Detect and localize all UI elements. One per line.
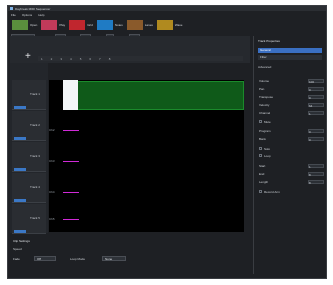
ruler-tick: 4 bbox=[70, 56, 72, 61]
lane-channel-label: Ch3 bbox=[49, 159, 55, 163]
menu-bar: File Options Help bbox=[8, 12, 326, 17]
automation-line[interactable] bbox=[63, 219, 79, 220]
lanes-button[interactable]: Lanes bbox=[126, 20, 153, 30]
ruler-tick: 8 bbox=[108, 56, 111, 61]
checkbox-icon bbox=[259, 154, 262, 157]
automation-line[interactable] bbox=[63, 192, 79, 193]
ruler-tick: 2 bbox=[50, 56, 53, 61]
open-icon bbox=[12, 20, 28, 30]
properties-tab-advanced[interactable]: Advanced bbox=[258, 65, 271, 69]
prop-transpose: Transpose 0 bbox=[259, 94, 324, 100]
playhead-marker[interactable] bbox=[63, 80, 78, 110]
lane-channel-label: Ch5 bbox=[49, 217, 55, 221]
app-icon bbox=[10, 7, 13, 10]
play-button[interactable]: Play bbox=[41, 20, 65, 30]
prop-pan: Pan 0 bbox=[259, 86, 324, 92]
prop-channel: Channel 1 bbox=[259, 110, 324, 116]
timeline-ruler[interactable]: 1 2 3 4 5 6 7 8 bbox=[38, 56, 243, 61]
track-item[interactable]: Track 5 bbox=[12, 204, 46, 234]
prop-length-input[interactable]: 8 bbox=[308, 179, 324, 185]
prop-bank-input[interactable]: 0 bbox=[308, 136, 324, 142]
prop-length: Length 8 bbox=[259, 179, 324, 185]
prop-volume-input[interactable]: 100 bbox=[308, 78, 324, 84]
loop-mode-select[interactable]: None bbox=[102, 256, 126, 261]
track-channel-indicator bbox=[14, 106, 26, 109]
checkbox-icon bbox=[259, 120, 262, 123]
title-bar: Daybreak MIDI Sequencer bbox=[8, 6, 326, 11]
clip-settings: Clip Settings Speed Fade Off Loop Mode N… bbox=[10, 237, 250, 273]
window-title: Daybreak MIDI Sequencer bbox=[15, 6, 51, 11]
prop-program-input[interactable]: 0 bbox=[308, 128, 324, 134]
track-item[interactable]: Track 4 bbox=[12, 173, 46, 203]
properties-tab-filter[interactable]: Filter bbox=[258, 55, 322, 60]
ruler-tick: 3 bbox=[60, 56, 63, 61]
ruler-tick: 6 bbox=[89, 56, 92, 61]
track-channel-indicator bbox=[14, 199, 26, 202]
prop-velocity-input[interactable]: 64 bbox=[308, 102, 324, 108]
play-icon bbox=[41, 20, 58, 30]
prop-channel-input[interactable]: 1 bbox=[308, 110, 324, 116]
grid-button[interactable]: Grid bbox=[69, 20, 93, 30]
check-solo[interactable]: Solo bbox=[259, 146, 324, 151]
prop-velocity: Velocity 64 bbox=[259, 102, 324, 108]
automation-line[interactable] bbox=[63, 161, 79, 162]
wave-icon bbox=[156, 20, 173, 30]
properties-header: Track Properties bbox=[258, 39, 280, 43]
open-button[interactable]: Open bbox=[12, 20, 37, 30]
prop-pan-input[interactable]: 0 bbox=[308, 86, 324, 92]
lane-channel-label: Ch2 bbox=[49, 128, 55, 132]
prop-volume: Volume 100 bbox=[259, 78, 324, 84]
notes-icon bbox=[96, 20, 113, 30]
check-record-arm[interactable]: Record Arm bbox=[259, 189, 324, 194]
prop-end-input[interactable]: 8 bbox=[308, 171, 324, 177]
prop-start-input[interactable]: 1 bbox=[308, 163, 324, 169]
notes-button[interactable]: Notes bbox=[96, 20, 123, 30]
menu-help[interactable]: Help bbox=[38, 13, 44, 17]
menu-file[interactable]: File bbox=[11, 13, 16, 17]
add-track-icon[interactable]: + bbox=[25, 52, 31, 62]
checkbox-icon bbox=[259, 147, 262, 150]
prop-program: Program 0 bbox=[259, 128, 324, 134]
track-channel-indicator bbox=[14, 168, 26, 171]
check-mute[interactable]: Mute bbox=[259, 119, 324, 124]
check-loop[interactable]: Loop bbox=[259, 153, 324, 158]
track-item[interactable]: Track 1 bbox=[12, 80, 46, 110]
prop-end: End 8 bbox=[259, 171, 324, 177]
track-channel-indicator bbox=[14, 137, 26, 140]
track-item[interactable]: Track 3 bbox=[12, 142, 46, 172]
ruler-tick: 5 bbox=[79, 56, 82, 61]
checkbox-icon bbox=[259, 190, 262, 193]
lanes-icon bbox=[126, 20, 143, 30]
ruler-tick: 7 bbox=[99, 56, 101, 61]
fade-label: Fade bbox=[13, 257, 20, 261]
ruler-tick: 1 bbox=[41, 56, 43, 61]
prop-start: Start 1 bbox=[259, 163, 324, 169]
prop-bank: Bank 0 bbox=[259, 136, 324, 142]
track-channel-indicator bbox=[14, 230, 26, 233]
loop-mode-label: Loop Mode bbox=[70, 257, 86, 261]
menu-options[interactable]: Options bbox=[22, 13, 32, 17]
properties-panel: Track Properties General Filter Advanced… bbox=[253, 36, 325, 274]
grid-icon bbox=[69, 20, 86, 30]
prop-transpose-input[interactable]: 0 bbox=[308, 94, 324, 100]
fade-select[interactable]: Off bbox=[34, 256, 56, 261]
automation-line[interactable] bbox=[63, 130, 79, 131]
toolbar: Open Play Grid Notes Lanes Wave bbox=[8, 18, 326, 32]
track-sidebar: Track 1 Track 2 Track 3 Track 4 Track 5 bbox=[10, 63, 48, 234]
track-item[interactable]: Track 2 bbox=[12, 111, 46, 141]
clip-settings-label: Clip Settings bbox=[13, 239, 30, 243]
speed-label: Speed bbox=[13, 247, 22, 251]
midi-clip[interactable] bbox=[63, 81, 244, 110]
wave-button[interactable]: Wave bbox=[156, 20, 182, 30]
properties-tab-general[interactable]: General bbox=[258, 48, 322, 53]
lane-channel-label: Ch4 bbox=[49, 190, 55, 194]
